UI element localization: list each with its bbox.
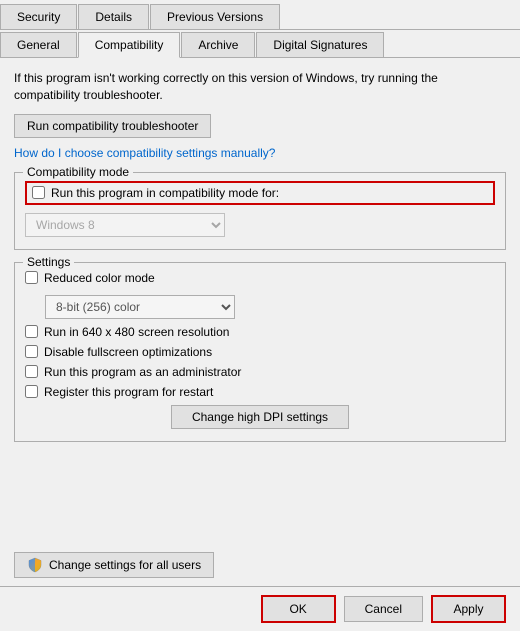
apply-button[interactable]: Apply: [431, 595, 506, 623]
compat-mode-checkbox[interactable]: [32, 186, 45, 199]
change-dpi-button[interactable]: Change high DPI settings: [171, 405, 349, 429]
window: Security Details Previous Versions Gener…: [0, 0, 520, 631]
resolution-checkbox[interactable]: [25, 325, 38, 338]
tab-archive[interactable]: Archive: [181, 32, 255, 57]
resolution-label: Run in 640 x 480 screen resolution: [44, 325, 229, 339]
help-link[interactable]: How do I choose compatibility settings m…: [14, 146, 506, 160]
tab-previous-versions[interactable]: Previous Versions: [150, 4, 280, 29]
description-text: If this program isn't working correctly …: [14, 70, 506, 104]
tab-bar-top: Security Details Previous Versions: [0, 0, 520, 30]
settings-group-label: Settings: [23, 255, 74, 269]
tab-bar-bottom: General Compatibility Archive Digital Si…: [0, 30, 520, 58]
reduced-color-label: Reduced color mode: [44, 271, 155, 285]
tab-general[interactable]: General: [0, 32, 77, 57]
resolution-row: Run in 640 x 480 screen resolution: [25, 325, 495, 339]
fullscreen-row: Disable fullscreen optimizations: [25, 345, 495, 359]
admin-checkbox[interactable]: [25, 365, 38, 378]
reduced-color-row: Reduced color mode: [25, 271, 495, 285]
restart-checkbox[interactable]: [25, 385, 38, 398]
compat-mode-checkbox-label: Run this program in compatibility mode f…: [51, 186, 279, 200]
reduced-color-checkbox[interactable]: [25, 271, 38, 284]
settings-group: Settings Reduced color mode 8-bit (256) …: [14, 262, 506, 442]
fullscreen-label: Disable fullscreen optimizations: [44, 345, 212, 359]
shield-icon: [27, 557, 43, 573]
tab-digital-signatures[interactable]: Digital Signatures: [256, 32, 384, 57]
restart-label: Register this program for restart: [44, 385, 213, 399]
change-settings-button[interactable]: Change settings for all users: [14, 552, 214, 578]
cancel-button[interactable]: Cancel: [344, 596, 423, 622]
compatibility-mode-label: Compatibility mode: [23, 165, 133, 179]
change-settings-label: Change settings for all users: [49, 558, 201, 572]
admin-row: Run this program as an administrator: [25, 365, 495, 379]
ok-button[interactable]: OK: [261, 595, 336, 623]
main-content: If this program isn't working correctly …: [0, 58, 520, 544]
tab-details[interactable]: Details: [78, 4, 149, 29]
color-mode-dropdown[interactable]: 8-bit (256) color: [45, 295, 235, 319]
tab-compatibility[interactable]: Compatibility: [78, 32, 181, 58]
bottom-section: Change settings for all users: [0, 544, 520, 586]
run-troubleshooter-button[interactable]: Run compatibility troubleshooter: [14, 114, 211, 138]
tab-security[interactable]: Security: [0, 4, 77, 29]
compatibility-mode-group: Compatibility mode Run this program in c…: [14, 172, 506, 250]
restart-row: Register this program for restart: [25, 385, 495, 399]
footer: OK Cancel Apply: [0, 586, 520, 631]
fullscreen-checkbox[interactable]: [25, 345, 38, 358]
compat-mode-dropdown[interactable]: Windows 8: [25, 213, 225, 237]
admin-label: Run this program as an administrator: [44, 365, 241, 379]
compat-checkbox-highlighted: Run this program in compatibility mode f…: [25, 181, 495, 205]
